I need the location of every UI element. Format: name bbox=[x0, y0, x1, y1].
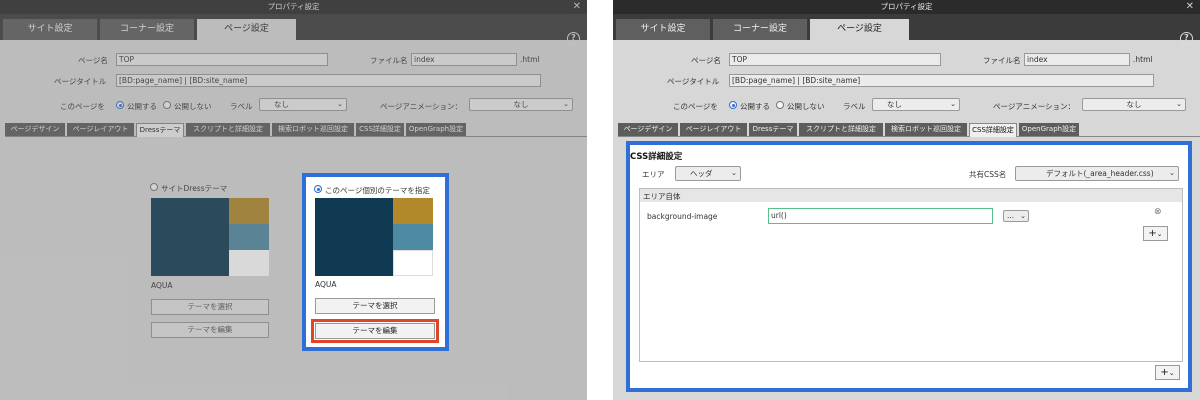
area-section-header: エリア自体 bbox=[640, 189, 1182, 202]
page-theme-white-swatch bbox=[393, 250, 433, 276]
chevron-down-icon: ⌄ bbox=[1156, 230, 1163, 238]
page-theme-radio[interactable] bbox=[314, 185, 322, 193]
dim-overlay bbox=[0, 0, 587, 400]
remove-circle-icon[interactable]: ⊗ bbox=[1154, 207, 1162, 217]
label-select[interactable]: なし ⌄ bbox=[872, 98, 960, 111]
subtab-robot-settings[interactable]: 検索ロボット巡回設定 bbox=[885, 123, 967, 136]
subtab-page-design[interactable]: ページデザイン bbox=[618, 123, 678, 136]
subtab-dress-theme[interactable]: Dressテーマ bbox=[749, 123, 797, 136]
add-section-label: + bbox=[1160, 367, 1169, 378]
page-theme-label: このページ個別のテーマを指定 bbox=[325, 186, 430, 195]
page-theme-name: AQUA bbox=[315, 280, 337, 289]
area-select-value: ヘッダ bbox=[690, 169, 713, 178]
add-property-button[interactable]: +⌄ bbox=[1143, 226, 1168, 241]
subtab-css-settings[interactable]: CSS詳細設定 bbox=[969, 123, 1017, 137]
page-select-theme-button[interactable]: テーマを選択 bbox=[315, 298, 435, 314]
window-titlebar: プロパティ設定 ✕ bbox=[613, 0, 1200, 14]
add-section-button[interactable]: +⌄ bbox=[1155, 365, 1180, 380]
page-name-label: ページ名 bbox=[691, 56, 721, 65]
window-title: プロパティ設定 bbox=[880, 2, 933, 11]
add-property-label: + bbox=[1148, 228, 1157, 239]
publish-off-radio[interactable] bbox=[776, 101, 784, 109]
area-section: エリア自体 background-image url() ... ⌄ ⊗ +⌄ bbox=[639, 188, 1183, 362]
page-edit-theme-button[interactable]: テーマを編集 bbox=[315, 323, 435, 339]
publish-on-label: 公開する bbox=[740, 102, 770, 111]
file-extension: .html bbox=[1133, 55, 1153, 64]
file-name-label: ファイル名 bbox=[983, 56, 1021, 65]
page-theme-card: このページ個別のテーマを指定 AQUA テーマを選択 テーマを編集 bbox=[302, 173, 449, 351]
tab-site-settings[interactable]: サイト設定 bbox=[616, 19, 710, 40]
publish-on-radio[interactable] bbox=[729, 101, 737, 109]
options-button-label: ... bbox=[1007, 211, 1015, 220]
top-tab-bar: サイト設定 コーナー設定 ページ設定 ? bbox=[613, 14, 1200, 45]
publish-off-label: 公開しない bbox=[787, 102, 825, 111]
css-value-options-button[interactable]: ... ⌄ bbox=[1003, 210, 1029, 222]
tab-page-settings[interactable]: ページ設定 bbox=[810, 19, 909, 40]
tab-corner-settings[interactable]: コーナー設定 bbox=[713, 19, 807, 40]
css-property-value-input[interactable]: url() bbox=[768, 208, 993, 224]
page-title-label: ページタイトル bbox=[667, 77, 720, 86]
shared-css-select[interactable]: デフォルト(_area_header.css) ⌄ bbox=[1015, 166, 1179, 181]
area-select[interactable]: ヘッダ ⌄ bbox=[675, 166, 741, 181]
help-icon[interactable]: ? bbox=[1180, 32, 1193, 45]
publish-label: このページを bbox=[673, 102, 718, 111]
page-theme-main-swatch bbox=[315, 198, 393, 276]
subtab-page-layout[interactable]: ページレイアウト bbox=[680, 123, 747, 136]
close-icon[interactable]: ✕ bbox=[1186, 0, 1194, 14]
area-label: エリア bbox=[642, 170, 665, 179]
css-settings-box: CSS詳細設定 エリア ヘッダ ⌄ 共有CSS名 デフォルト(_area_hea… bbox=[626, 141, 1192, 392]
shared-css-select-value: デフォルト(_area_header.css) bbox=[1046, 169, 1154, 178]
animation-select[interactable]: なし ⌄ bbox=[1082, 98, 1186, 111]
subtab-script-settings[interactable]: スクリプトと詳細設定 bbox=[799, 123, 883, 136]
chevron-down-icon: ⌄ bbox=[1176, 100, 1182, 108]
page-title-input[interactable]: [BD:page_name] | [BD:site_name] bbox=[729, 74, 1154, 87]
chevron-down-icon: ⌄ bbox=[950, 100, 956, 108]
chevron-down-icon: ⌄ bbox=[1169, 169, 1175, 177]
chevron-down-icon: ⌄ bbox=[731, 169, 737, 177]
label-select-value: なし bbox=[887, 100, 902, 109]
page-theme-teal-swatch bbox=[393, 224, 433, 250]
subtab-opengraph[interactable]: OpenGraph設定 bbox=[1019, 123, 1079, 136]
label-field-label: ラベル bbox=[843, 102, 866, 111]
animation-label: ページアニメーション： bbox=[993, 102, 1076, 111]
area-section-title: エリア自体 bbox=[643, 192, 681, 201]
shared-css-label: 共有CSS名 bbox=[969, 170, 1007, 179]
left-properties-panel: プロパティ設定 ✕ サイト設定 コーナー設定 ページ設定 ? ページ名 TOP … bbox=[0, 0, 587, 400]
page-sub-tabs: ページデザイン ページレイアウト Dressテーマ スクリプトと詳細設定 検索ロ… bbox=[618, 123, 1200, 137]
chevron-down-icon: ⌄ bbox=[1020, 212, 1026, 220]
css-settings-title: CSS詳細設定 bbox=[630, 152, 683, 162]
file-name-input[interactable]: index bbox=[1024, 53, 1130, 66]
right-properties-panel: プロパティ設定 ✕ サイト設定 コーナー設定 ページ設定 ? ページ名 TOP … bbox=[613, 0, 1200, 400]
page-theme-gold-swatch bbox=[393, 198, 433, 224]
chevron-down-icon: ⌄ bbox=[1168, 369, 1175, 377]
css-property-name: background-image bbox=[647, 212, 718, 221]
animation-select-value: なし bbox=[1126, 100, 1142, 109]
page-name-input[interactable]: TOP bbox=[729, 53, 941, 66]
